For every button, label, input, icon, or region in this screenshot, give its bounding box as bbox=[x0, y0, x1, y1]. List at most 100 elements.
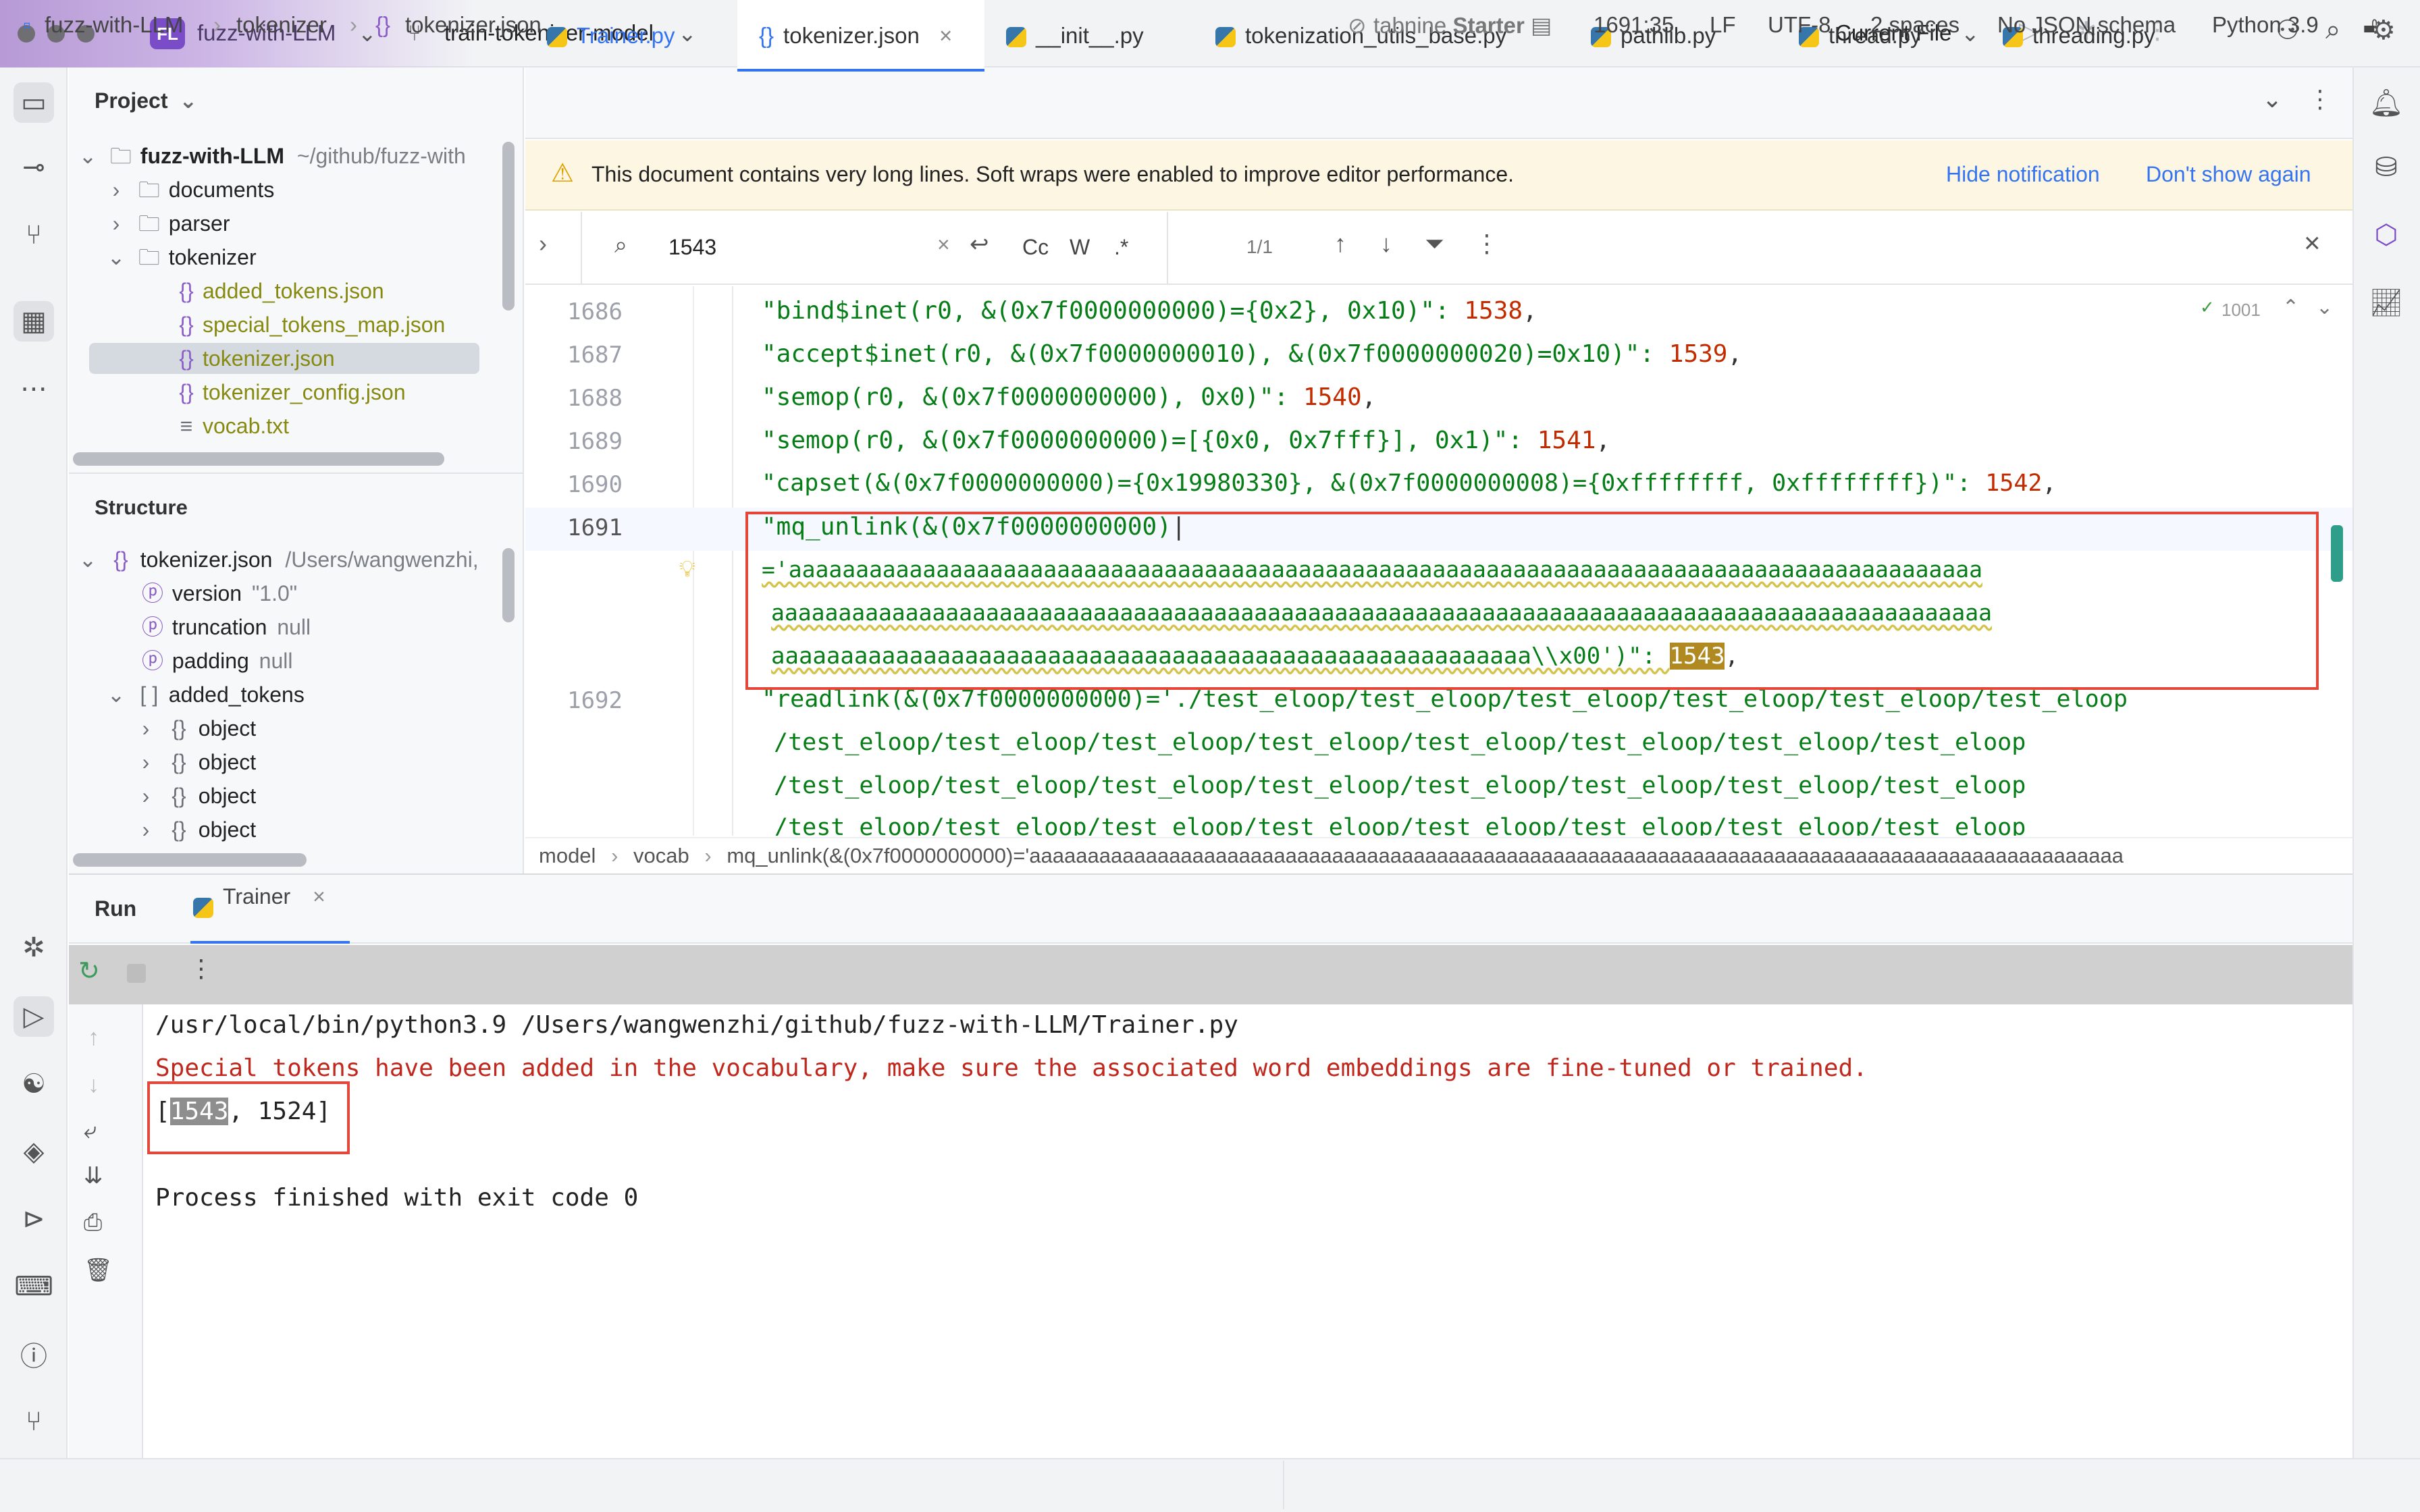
terminal-icon[interactable]: ⌨ bbox=[14, 1266, 54, 1307]
services-icon[interactable]: ⊳ bbox=[14, 1199, 54, 1239]
code-line[interactable]: "bind$inet(r0, &(0x7f0000000000)={0x2}, … bbox=[762, 297, 1537, 325]
tree-folder-parser[interactable]: › 🗀︎ parser bbox=[103, 207, 230, 240]
status-path-item[interactable]: tokenizer bbox=[236, 12, 327, 38]
status-line-separator[interactable]: LF bbox=[1710, 12, 1736, 38]
tabnine-label[interactable]: tabnine Starter ▤ bbox=[1373, 12, 1552, 38]
run-icon[interactable]: ▷ bbox=[14, 996, 54, 1037]
dont-show-again-link[interactable]: Don't show again bbox=[2146, 162, 2311, 187]
close-icon[interactable]: × bbox=[313, 884, 325, 909]
print-icon[interactable]: ⎙ bbox=[84, 1210, 102, 1236]
horizontal-scrollbar[interactable] bbox=[73, 853, 307, 867]
breadcrumb-item[interactable]: mq_unlink(&(0x7f0000000000)='aaaaaaaaaaa… bbox=[727, 844, 2124, 867]
arrow-down-icon[interactable]: ↓ bbox=[1380, 230, 1392, 258]
ai-assistant-icon[interactable]: ⬡ bbox=[2366, 215, 2406, 255]
lock-icon[interactable]: 🔓︎ bbox=[2363, 12, 2377, 38]
tab-tokenizer-json[interactable]: {} tokenizer.json × bbox=[737, 0, 984, 72]
structure-prop[interactable]: ⓟ version "1.0" bbox=[139, 576, 297, 610]
code-line-wrapped[interactable]: /test_eloop/test_eloop/test_eloop/test_e… bbox=[774, 729, 2026, 756]
status-encoding[interactable]: UTF-8 bbox=[1768, 12, 1831, 38]
code-line[interactable]: "semop(r0, &(0x7f0000000000), 0x0)": 154… bbox=[762, 383, 1376, 411]
intention-bulb-icon[interactable]: 💡︎ bbox=[679, 556, 695, 583]
close-icon[interactable]: × bbox=[2304, 227, 2321, 259]
tree-file-vocab[interactable]: ≡ vocab.txt bbox=[170, 409, 289, 443]
structure-object[interactable]: › {} object bbox=[132, 711, 257, 745]
soft-wrap-icon[interactable]: ⤶ bbox=[84, 1118, 97, 1144]
more-icon[interactable]: ⋮ bbox=[1475, 230, 1499, 258]
structure-object[interactable]: › {} object bbox=[132, 779, 257, 813]
chevron-down-icon[interactable]: ⌄ bbox=[2316, 296, 2333, 319]
code-line[interactable]: "readlink(&(0x7f0000000000)='./test_eloo… bbox=[762, 686, 2128, 713]
status-path-item[interactable]: fuzz-with-LLM bbox=[45, 12, 183, 38]
layers-icon[interactable]: ◈ bbox=[14, 1131, 54, 1172]
clear-icon[interactable]: × bbox=[937, 232, 950, 257]
tab-init-py[interactable]: __init__.py bbox=[1006, 0, 1144, 72]
structure-icon[interactable]: ▦ bbox=[14, 301, 54, 342]
structure-object[interactable]: › {} object bbox=[132, 745, 257, 779]
tree-file-added-tokens[interactable]: {} added_tokens.json bbox=[170, 274, 384, 308]
rerun-icon[interactable]: ↻ bbox=[78, 956, 100, 986]
code-line[interactable]: "semop(r0, &(0x7f0000000000)=[{0x0, 0x7f… bbox=[762, 427, 1610, 454]
status-indent[interactable]: 2 spaces bbox=[1870, 12, 1959, 38]
database-icon[interactable]: ⛁ bbox=[2366, 147, 2406, 188]
chevron-down-icon[interactable]: ⌄ bbox=[678, 20, 697, 47]
debug-icon[interactable]: ✲ bbox=[14, 927, 54, 968]
tree-file-tokenizer-config[interactable]: {} tokenizer_config.json bbox=[170, 375, 405, 409]
status-json-schema[interactable]: No JSON schema bbox=[1997, 12, 2176, 38]
more-icon[interactable]: ⋮ bbox=[2308, 85, 2332, 113]
chevron-right-icon[interactable]: › bbox=[103, 173, 130, 207]
regex-button[interactable]: .* bbox=[1114, 235, 1128, 260]
commit-icon[interactable]: ⊸ bbox=[14, 147, 54, 188]
tree-folder-documents[interactable]: › 🗀︎ documents bbox=[103, 173, 275, 207]
tree-file-special-tokens-map[interactable]: {} special_tokens_map.json bbox=[170, 308, 445, 342]
chevron-up-icon[interactable]: ⌃ bbox=[2282, 296, 2299, 319]
chevron-down-icon[interactable]: ⌄ bbox=[74, 139, 101, 173]
chevron-down-icon[interactable]: ⌄ bbox=[103, 240, 130, 274]
problems-icon[interactable]: ⓘ bbox=[14, 1334, 54, 1374]
horizontal-scrollbar[interactable] bbox=[73, 452, 444, 466]
more-tools-icon[interactable]: ⋯ bbox=[14, 369, 54, 409]
whole-words-button[interactable]: W bbox=[1070, 235, 1090, 260]
stop-icon[interactable] bbox=[127, 964, 146, 983]
trash-icon[interactable]: 🗑︎ bbox=[84, 1257, 113, 1284]
hide-notification-link[interactable]: Hide notification bbox=[1946, 162, 2100, 187]
vertical-scrollbar[interactable] bbox=[502, 548, 515, 622]
vertical-scrollbar[interactable] bbox=[502, 142, 515, 310]
chevron-down-icon[interactable]: ⌄ bbox=[103, 678, 130, 711]
tree-file-tokenizer-json[interactable]: {} tokenizer.json bbox=[170, 342, 334, 375]
arrow-up-icon[interactable]: ↑ bbox=[88, 1025, 99, 1051]
status-position[interactable]: 1691:35 bbox=[1594, 12, 1674, 38]
project-panel-title[interactable]: Project ⌄ bbox=[95, 88, 197, 113]
tab-run-trainer[interactable]: Trainer × bbox=[190, 873, 350, 944]
editor-scroll-marker[interactable] bbox=[2331, 525, 2343, 582]
chevron-right-icon[interactable]: › bbox=[103, 207, 130, 240]
newline-icon[interactable]: ↩ bbox=[970, 231, 989, 258]
arrow-up-icon[interactable]: ↑ bbox=[1334, 230, 1346, 258]
chevron-right-icon[interactable]: › bbox=[132, 711, 159, 745]
chevron-down-icon[interactable]: ⌄ bbox=[2262, 85, 2282, 113]
chevron-right-icon[interactable]: › bbox=[132, 779, 159, 813]
structure-prop[interactable]: ⓟ padding null bbox=[139, 644, 293, 678]
search-input[interactable]: 1543 bbox=[668, 235, 716, 260]
inspection-ok-icon[interactable]: ✓ bbox=[2200, 297, 2215, 318]
breadcrumb-item[interactable]: model bbox=[539, 844, 596, 867]
pull-requests-icon[interactable]: ⑂ bbox=[14, 215, 54, 255]
structure-array[interactable]: ⌄ [ ] added_tokens bbox=[103, 678, 305, 711]
code-line-wrapped[interactable]: /test_eloop/test_eloop/test_eloop/test_e… bbox=[774, 772, 2026, 799]
search-icon[interactable]: ⌕ bbox=[2325, 15, 2340, 45]
arrow-down-icon[interactable]: ↓ bbox=[88, 1072, 99, 1098]
search-icon[interactable]: ⌕ bbox=[614, 232, 627, 259]
chevron-right-icon[interactable]: › bbox=[132, 745, 159, 779]
match-case-button[interactable]: Cc bbox=[1022, 235, 1049, 260]
scroll-to-end-icon[interactable]: ⇊ bbox=[84, 1162, 103, 1189]
structure-prop[interactable]: ⓟ truncation null bbox=[139, 610, 311, 644]
tree-root[interactable]: ⌄ 🗀︎ fuzz-with-LLM ~/github/fuzz-with bbox=[74, 139, 466, 173]
code-line[interactable]: "accept$inet(r0, &(0x7f0000000010), &(0x… bbox=[762, 340, 1742, 368]
folder-icon[interactable]: ▭ bbox=[14, 82, 54, 123]
more-icon[interactable]: ⋮ bbox=[189, 954, 213, 983]
chevron-down-icon[interactable]: ⌄ bbox=[358, 20, 377, 47]
tab-trainer-py[interactable]: Trainer.py bbox=[547, 0, 675, 72]
chevron-right-icon[interactable]: › bbox=[539, 230, 547, 258]
tree-folder-tokenizer[interactable]: ⌄ 🗀︎ tokenizer bbox=[103, 240, 257, 274]
python-console-icon[interactable]: ☯ bbox=[14, 1064, 54, 1104]
code-line[interactable]: "capset(&(0x7f0000000000)={0x19980330}, … bbox=[762, 470, 2057, 497]
